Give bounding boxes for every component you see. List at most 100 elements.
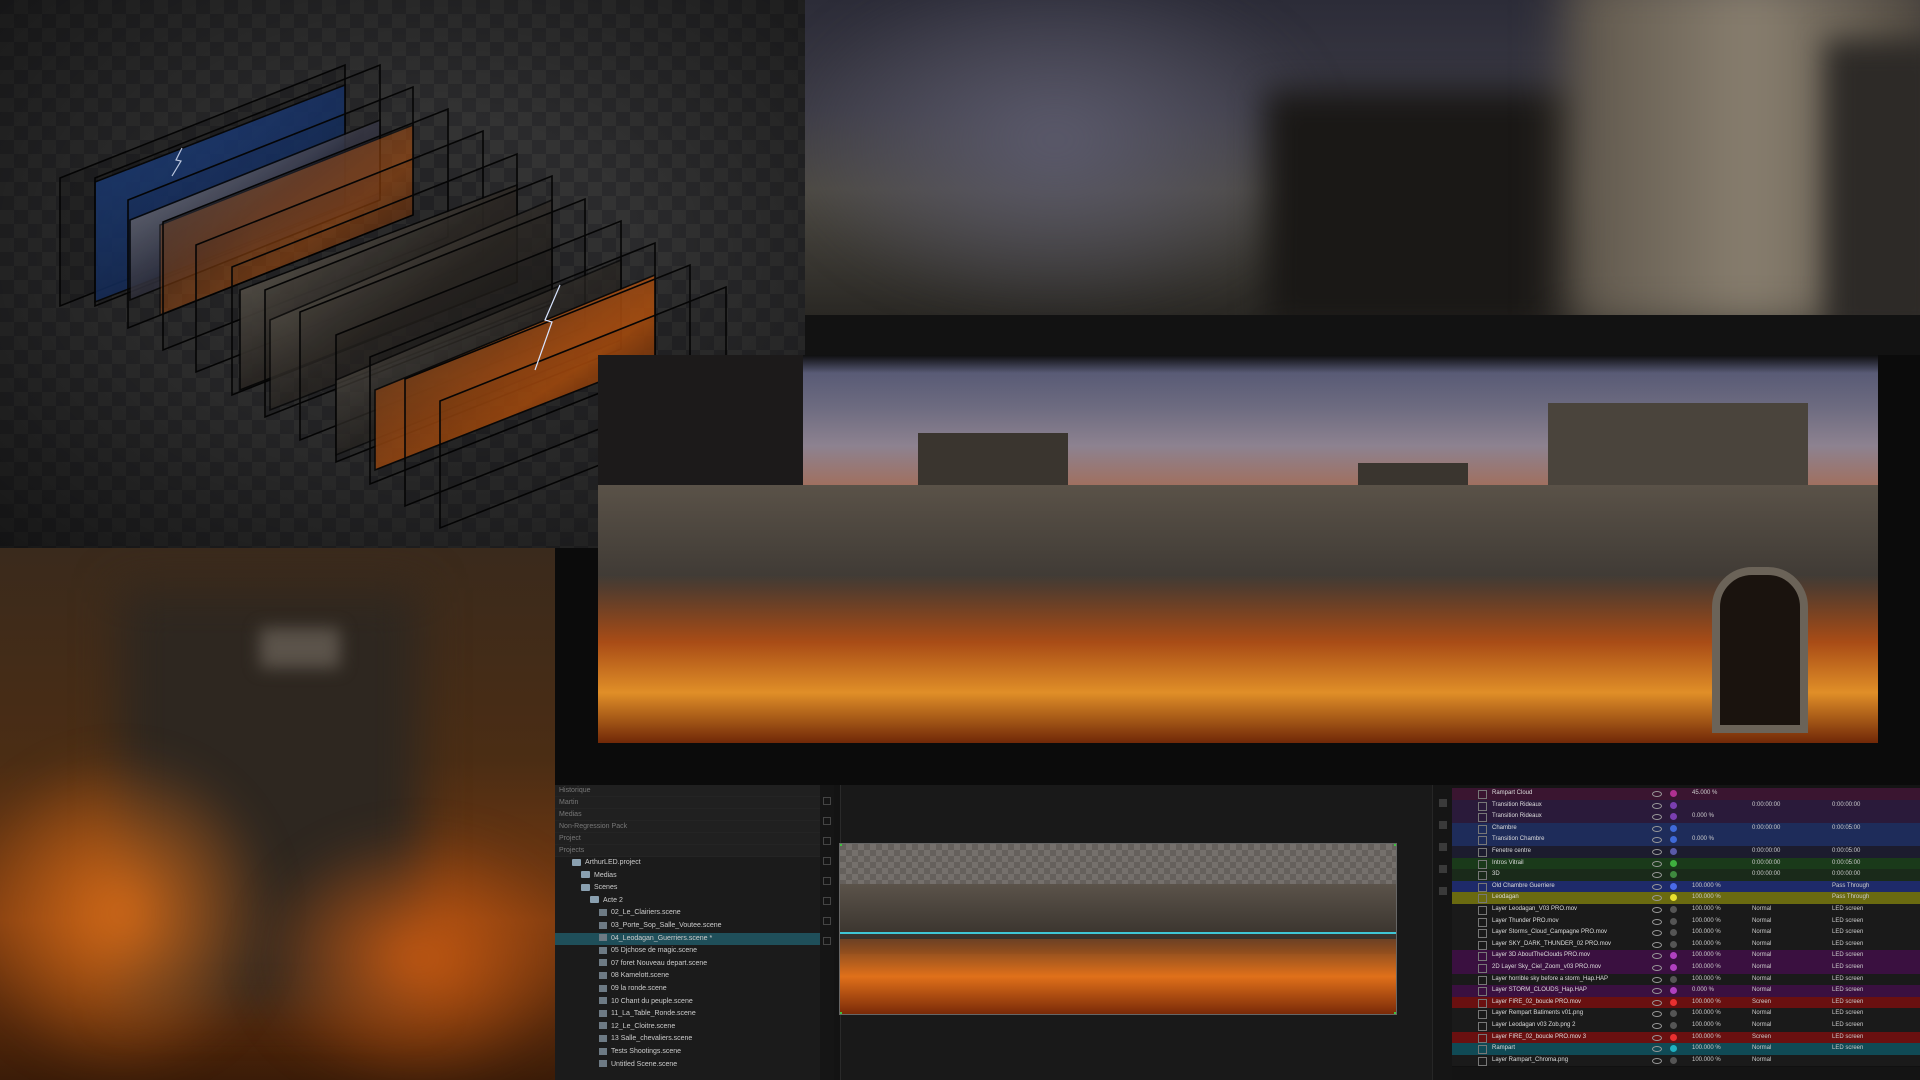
layer-color-tag[interactable] [1670, 1045, 1677, 1053]
browser-section-header[interactable]: Project [555, 833, 820, 845]
layer-blend-mode[interactable]: Screen [1752, 1032, 1771, 1044]
layer-color-tag[interactable] [1670, 1010, 1677, 1018]
layer-output-target[interactable]: LED screen [1832, 1008, 1863, 1020]
tool-icon[interactable] [823, 897, 831, 905]
layer-blend-mode[interactable]: 0:00:00:00 [1752, 869, 1780, 881]
viewport-tool-icon[interactable] [1439, 799, 1447, 807]
tool-icon[interactable] [823, 837, 831, 845]
layer-color-tag[interactable] [1670, 894, 1677, 902]
layer-blend-mode[interactable]: 0:00:00:00 [1752, 823, 1780, 835]
project-tree-item[interactable]: 07 foret Nouveau depart.scene [555, 958, 820, 971]
layer-color-tag[interactable] [1670, 975, 1677, 983]
layer-opacity[interactable]: 100.000 % [1692, 892, 1721, 904]
visibility-eye-icon[interactable] [1652, 802, 1662, 809]
layer-color-tag[interactable] [1670, 906, 1677, 913]
viewport-tool-icon[interactable] [1439, 821, 1447, 829]
layer-color-tag[interactable] [1670, 929, 1677, 937]
layer-output-target[interactable]: LED screen [1832, 974, 1863, 986]
browser-section-header[interactable]: Non-Regression Pack [555, 821, 820, 833]
layer-blend-mode[interactable]: Normal [1752, 916, 1771, 928]
layer-output-target[interactable]: 0:00:05:00 [1832, 846, 1860, 858]
layer-row[interactable]: Layer Rampart_Chroma.png 100.000 % Normal [1452, 1054, 1920, 1068]
layer-output-target[interactable]: LED screen [1832, 997, 1863, 1009]
layer-output-target[interactable]: 0:00:00:00 [1832, 869, 1860, 881]
layer-output-target[interactable]: LED screen [1832, 962, 1863, 974]
tool-icon[interactable] [823, 797, 831, 805]
project-tree-item[interactable]: 12_Le_Cloitre.scene [555, 1021, 820, 1034]
layer-output-target[interactable]: LED screen [1832, 950, 1863, 962]
layer-opacity[interactable]: 100.000 % [1692, 927, 1721, 939]
layer-opacity[interactable]: 100.000 % [1692, 1020, 1721, 1032]
layer-blend-mode[interactable]: Normal [1752, 927, 1771, 939]
layer-output-target[interactable]: LED screen [1832, 916, 1863, 928]
project-tree-item[interactable]: Scenes [555, 882, 820, 895]
layer-opacity[interactable]: 100.000 % [1692, 997, 1721, 1009]
layer-color-tag[interactable] [1670, 824, 1677, 832]
project-tree-item[interactable]: 11_La_Table_Ronde.scene [555, 1008, 820, 1021]
layer-opacity[interactable]: 100.000 % [1692, 1032, 1721, 1044]
project-tree-item[interactable]: 04_Leodagan_Guerriers.scene * [555, 932, 820, 946]
layer-opacity[interactable]: 100.000 % [1692, 962, 1721, 974]
layer-output-target[interactable]: 0:00:05:00 [1832, 858, 1860, 870]
layer-color-tag[interactable] [1670, 1056, 1677, 1064]
layer-opacity[interactable]: 100.000 % [1692, 974, 1721, 986]
visibility-eye-icon[interactable] [1652, 988, 1662, 995]
layer-color-tag[interactable] [1670, 848, 1677, 855]
browser-section-header[interactable]: Medias [555, 809, 820, 821]
visibility-eye-icon[interactable] [1652, 1034, 1662, 1041]
layer-color-tag[interactable] [1670, 859, 1677, 867]
layer-color-tag[interactable] [1670, 987, 1677, 995]
layer-blend-mode[interactable]: Normal [1752, 1020, 1771, 1032]
layer-output-target[interactable]: 0:00:05:00 [1832, 823, 1860, 835]
layer-color-tag[interactable] [1670, 940, 1677, 948]
visibility-eye-icon[interactable] [1652, 976, 1662, 983]
visibility-eye-icon[interactable] [1652, 1046, 1662, 1053]
visibility-eye-icon[interactable] [1652, 965, 1662, 971]
project-tree-item[interactable]: 09 la ronde.scene [555, 983, 820, 996]
layer-opacity[interactable]: 100.000 % [1692, 881, 1721, 893]
layer-opacity[interactable]: 100.000 % [1692, 950, 1721, 962]
layer-blend-mode[interactable]: Normal [1752, 985, 1771, 997]
layer-color-tag[interactable] [1670, 801, 1677, 809]
viewport-tool-icon[interactable] [1439, 843, 1447, 851]
layer-blend-mode[interactable]: Normal [1752, 962, 1771, 974]
visibility-eye-icon[interactable] [1652, 849, 1662, 855]
visibility-eye-icon[interactable] [1652, 1057, 1662, 1064]
layer-output-target[interactable]: LED screen [1832, 904, 1863, 916]
layer-output-target[interactable]: LED screen [1832, 1020, 1863, 1032]
visibility-eye-icon[interactable] [1652, 907, 1662, 913]
layer-color-tag[interactable] [1670, 882, 1677, 890]
viewport-tool-icon[interactable] [1439, 887, 1447, 895]
project-tree-item[interactable]: 08 Kamelott.scene [555, 970, 820, 983]
layer-opacity[interactable]: 100.000 % [1692, 904, 1721, 916]
layer-color-tag[interactable] [1670, 1022, 1677, 1029]
visibility-eye-icon[interactable] [1652, 825, 1662, 832]
project-tree-item[interactable]: ArthurLED.project [555, 857, 820, 870]
visibility-eye-icon[interactable] [1652, 883, 1662, 890]
layer-color-tag[interactable] [1670, 952, 1677, 960]
project-tree-item[interactable]: Untitled Scene.scene [555, 1059, 820, 1072]
transform-handle[interactable] [840, 1012, 842, 1014]
layer-opacity[interactable]: 0.000 % [1692, 985, 1714, 997]
scene-preview[interactable] [839, 843, 1397, 1015]
visibility-eye-icon[interactable] [1652, 814, 1662, 821]
browser-section-header[interactable]: Historique [555, 785, 820, 797]
layer-opacity[interactable]: 0.000 % [1692, 811, 1714, 823]
layer-color-tag[interactable] [1670, 964, 1677, 971]
layer-output-target[interactable]: Pass Through [1832, 881, 1869, 893]
tool-icon[interactable] [823, 937, 831, 945]
layer-blend-mode[interactable]: Normal [1752, 1008, 1771, 1020]
browser-section-header[interactable]: Martin [555, 797, 820, 809]
layer-output-target[interactable]: LED screen [1832, 985, 1863, 997]
project-tree-item[interactable]: Acte 2 [555, 895, 820, 908]
tool-icon[interactable] [823, 857, 831, 865]
layer-output-target[interactable]: Pass Through [1832, 892, 1869, 904]
browser-section-header[interactable]: Projects [555, 845, 820, 857]
visibility-eye-icon[interactable] [1652, 872, 1662, 879]
layer-opacity[interactable]: 0.000 % [1692, 834, 1714, 846]
layer-blend-mode[interactable]: Screen [1752, 997, 1771, 1009]
project-tree-item[interactable]: 03_Porte_Sop_Salle_Voutee.scene [555, 920, 820, 933]
layer-blend-mode[interactable]: Normal [1752, 939, 1771, 951]
tool-icon[interactable] [823, 877, 831, 885]
layer-output-target[interactable]: LED screen [1832, 927, 1863, 939]
